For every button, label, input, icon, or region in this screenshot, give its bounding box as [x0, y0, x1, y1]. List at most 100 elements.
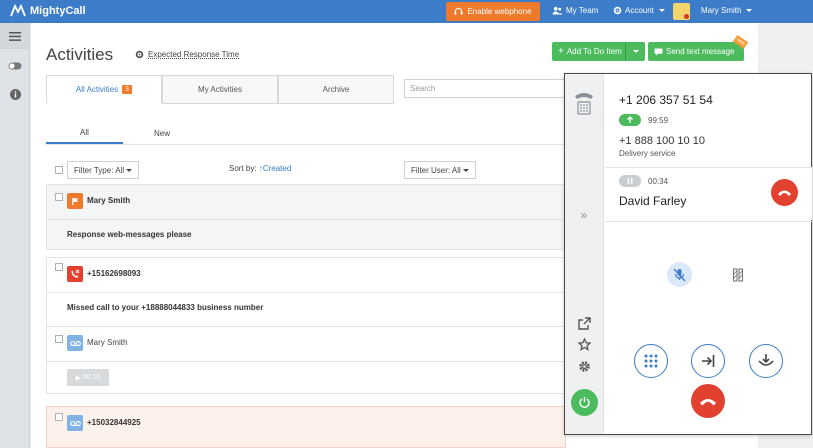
user-menu[interactable]: Mary Smith	[701, 6, 753, 15]
popout-icon[interactable]	[573, 312, 595, 334]
send-text-button[interactable]: Send text message new	[648, 34, 749, 61]
subtab-all[interactable]: All	[46, 123, 123, 144]
activity-text: Missed call to your +18888044833 busines…	[47, 292, 565, 326]
left-rail	[0, 23, 30, 448]
voicemail-duration: 00:10	[82, 374, 101, 381]
count-badge: 3	[122, 85, 133, 94]
mute-button[interactable]	[667, 262, 692, 287]
account-menu[interactable]: Account	[613, 6, 665, 15]
tab-all-activities[interactable]: All Activities 3	[46, 75, 162, 104]
list-item[interactable]: +15032844925	[46, 406, 566, 448]
activity-name: Mary Smith	[87, 196, 131, 205]
power-icon	[579, 397, 590, 408]
flag-icon	[67, 193, 83, 209]
sort-value-link[interactable]: ↑Created	[259, 164, 291, 173]
mightycall-logo-icon	[10, 4, 26, 17]
activity-tabs: All Activities 3 My Activities Archive	[46, 75, 394, 104]
activity-header: +15032844925	[47, 407, 565, 441]
hangup-icon	[700, 399, 716, 406]
expected-response-label: Expected Response Time	[148, 50, 240, 59]
tab-my-activities[interactable]: My Activities	[162, 75, 278, 104]
info-icon	[9, 88, 21, 100]
filter-type-dropdown[interactable]: Filter Type: All	[67, 161, 140, 179]
voicemail-icon	[67, 415, 83, 431]
headset-icon	[454, 7, 464, 15]
activity-header: +15162698093	[47, 258, 565, 292]
add-todo-dropdown[interactable]	[625, 42, 639, 61]
expand-chevron-icon[interactable]: »	[573, 204, 595, 226]
tab-label: Archive	[322, 85, 350, 94]
chevron-down-icon	[746, 9, 753, 12]
chevron-down-icon	[633, 50, 639, 53]
row-checkbox[interactable]	[55, 193, 63, 201]
list-item[interactable]: Mary Smith Response web-messages please	[46, 184, 566, 250]
my-team-label: My Team	[566, 6, 599, 15]
divider	[605, 221, 812, 222]
search-input[interactable]: Search	[404, 79, 566, 98]
row-checkbox[interactable]	[55, 263, 63, 271]
top-bar: MightyCall Enable webphone My Team Accou…	[0, 0, 813, 23]
phone-dialer-icon	[573, 90, 595, 116]
service-name: Delivery service	[619, 149, 676, 158]
star-icon[interactable]	[573, 333, 595, 355]
send-text-label: Send text message	[666, 47, 735, 56]
voicemail-icon	[67, 335, 83, 351]
subtab-new[interactable]: New	[123, 123, 201, 144]
end-held-call-button[interactable]	[771, 179, 798, 206]
account-label: Account	[625, 6, 654, 15]
settings-icon[interactable]	[573, 355, 595, 377]
active-call-timer: 99:59	[648, 116, 669, 125]
toggle-button[interactable]	[0, 53, 30, 79]
chevron-down-icon	[126, 168, 133, 172]
hold-status-icon	[619, 175, 641, 187]
hold-button[interactable]	[725, 262, 750, 287]
sort-by: Sort by: ↑Created	[229, 164, 291, 173]
row-checkbox[interactable]	[55, 413, 63, 421]
add-todo-button[interactable]: + Add To Do Item	[552, 42, 645, 61]
row-checkbox[interactable]	[55, 335, 63, 343]
list-item[interactable]: Mary Smith ▶ 00:10	[46, 326, 566, 394]
end-call-button[interactable]	[691, 384, 725, 418]
activity-name: +15032844925	[87, 418, 141, 427]
info-button[interactable]	[0, 81, 30, 107]
user-name: Mary Smith	[701, 6, 742, 15]
filter-user-label: Filter User: All	[411, 165, 461, 175]
expected-response-time-link[interactable]: Expected Response Time	[135, 50, 239, 59]
active-call-number: +1 206 357 51 54	[619, 93, 713, 107]
select-all-checkbox[interactable]	[55, 166, 63, 174]
power-button[interactable]	[571, 389, 598, 416]
menu-button[interactable]	[0, 23, 30, 49]
new-tag: new	[732, 34, 749, 50]
hold-timer: 00:34	[648, 177, 669, 186]
filter-bar: Filter Type: All Sort by: ↑Created Filte…	[46, 160, 566, 180]
activity-header: Mary Smith	[47, 327, 565, 361]
hamburger-icon	[9, 31, 21, 41]
activity-name: +15162698093	[87, 269, 141, 278]
list-item[interactable]: +15162698093 Missed call to your +188880…	[46, 257, 566, 327]
active-call-status-icon	[619, 114, 641, 126]
play-voicemail-button[interactable]: ▶ 00:10	[67, 369, 109, 386]
sort-label: Sort by:	[229, 164, 257, 173]
pause-icon	[732, 267, 743, 282]
tab-label: All Activities	[75, 85, 119, 94]
subtabs: All New	[46, 123, 206, 144]
activity-header: Mary Smith	[47, 185, 565, 219]
filter-user-dropdown[interactable]: Filter User: All	[404, 161, 476, 179]
page-title: Activities	[46, 45, 114, 64]
plus-icon: +	[558, 46, 564, 57]
team-icon	[552, 6, 563, 15]
enable-webphone-button[interactable]: Enable webphone	[446, 2, 540, 21]
keypad-button[interactable]	[634, 344, 668, 378]
avatar[interactable]	[673, 3, 690, 20]
play-icon: ▶	[75, 374, 83, 382]
chevron-down-icon	[462, 168, 469, 172]
my-team-link[interactable]: My Team	[552, 6, 598, 15]
business-number: +1 888 100 10 10	[619, 135, 705, 147]
park-call-button[interactable]	[749, 344, 783, 378]
tab-archive[interactable]: Archive	[278, 75, 394, 104]
transfer-button[interactable]	[691, 344, 725, 378]
gear-icon	[613, 6, 622, 15]
logo[interactable]: MightyCall	[10, 4, 86, 18]
add-todo-label: Add To Do Item	[566, 47, 622, 56]
gear-icon	[135, 50, 144, 59]
